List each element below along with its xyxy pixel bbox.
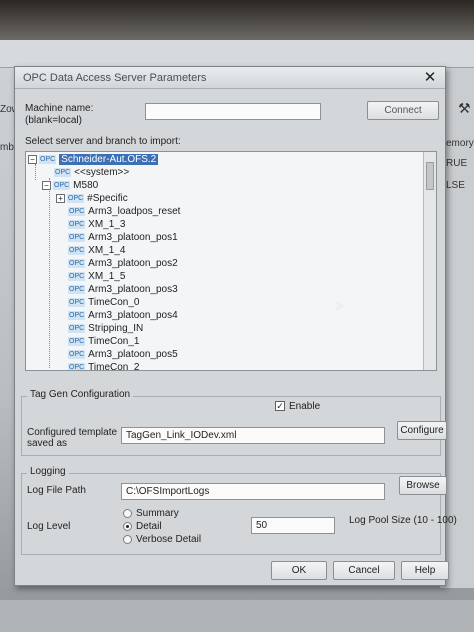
- opc-icon: OPC: [39, 154, 57, 164]
- select-server-label: Select server and branch to import:: [25, 136, 181, 147]
- opc-icon: OPC: [68, 310, 86, 320]
- cancel-button[interactable]: Cancel: [333, 561, 395, 580]
- opc-icon: OPC: [67, 193, 85, 203]
- taggen-group: [21, 396, 441, 456]
- background-text: RUE: [446, 158, 468, 169]
- wrench-icon[interactable]: ⚒: [458, 100, 471, 117]
- monitor-bezel: [0, 0, 474, 40]
- tree-node-item[interactable]: OPC Arm3_platoon_pos1: [68, 231, 178, 244]
- opc-icon: OPC: [68, 258, 86, 268]
- tree-node-label: <<system>>: [74, 167, 130, 178]
- tree-node-label: #Specific: [87, 193, 128, 204]
- tree-node-item[interactable]: + OPC #Specific: [56, 192, 128, 205]
- tree-node-label: Arm3_platoon_pos3: [88, 284, 178, 295]
- tree-node-m580[interactable]: − OPC M580: [42, 179, 98, 192]
- log-level-label: Log Level: [27, 521, 71, 532]
- dialog-titlebar: OPC Data Access Server Parameters ✕: [15, 67, 445, 89]
- collapse-icon[interactable]: −: [28, 154, 37, 164]
- radio-verbose[interactable]: [123, 535, 132, 544]
- opc-icon: OPC: [68, 297, 86, 307]
- tree-node-label: Schneider-Aut.OFS.2: [59, 154, 159, 165]
- log-path-label: Log File Path: [27, 485, 86, 496]
- tree-node-item[interactable]: OPC Stripping_IN: [68, 322, 143, 335]
- opc-icon: OPC: [54, 167, 72, 177]
- tree-node-label: TimeCon_0: [88, 297, 140, 308]
- opc-icon: OPC: [68, 323, 86, 333]
- configure-button[interactable]: Configure: [397, 421, 447, 440]
- radio-detail-label: Detail: [136, 521, 162, 532]
- radio-summary-label: Summary: [136, 508, 179, 519]
- connect-button[interactable]: Connect: [367, 101, 439, 120]
- enable-label: Enable: [289, 401, 321, 412]
- tree-node-label: XM_1_4: [88, 245, 126, 256]
- help-button[interactable]: Help: [401, 561, 449, 580]
- tree-node-label: Stripping_IN: [88, 323, 144, 334]
- template-label-2: saved as: [27, 438, 68, 449]
- ok-button[interactable]: OK: [271, 561, 327, 580]
- opc-parameters-dialog: OPC Data Access Server Parameters ✕ Mach…: [14, 66, 457, 586]
- opc-icon: OPC: [68, 349, 86, 359]
- tree-node-item[interactable]: OPC Arm3_loadpos_reset: [68, 205, 180, 218]
- taggen-group-title: Tag Gen Configuration: [27, 389, 134, 400]
- tree-node-label: XM_1_3: [88, 219, 126, 230]
- tree-node-label: M580: [73, 180, 99, 191]
- tree-node-label: Arm3_loadpos_reset: [88, 206, 181, 217]
- tree-node-item[interactable]: OPC TimeCon_0: [68, 296, 140, 309]
- radio-verbose-label: Verbose Detail: [136, 534, 202, 545]
- opc-icon: OPC: [68, 206, 86, 216]
- tree-node-label: Arm3_platoon_pos2: [88, 258, 178, 269]
- tree-node-item[interactable]: OPC TimeCon_1: [68, 335, 140, 348]
- radio-summary[interactable]: [123, 509, 132, 518]
- background-taskbar: [0, 600, 474, 632]
- tree-scrollbar[interactable]: [423, 152, 436, 370]
- dialog-title: OPC Data Access Server Parameters: [23, 72, 207, 84]
- tree-node-label: Arm3_platoon_pos4: [88, 310, 178, 321]
- tree-node-item[interactable]: OPC XM_1_4: [68, 244, 125, 257]
- tree-node-system[interactable]: OPC <<system>>: [54, 166, 129, 179]
- tree-node-label: TimeCon_2: [88, 362, 140, 371]
- tree-node-item[interactable]: OPC XM_1_3: [68, 218, 125, 231]
- scrollbar-thumb[interactable]: [426, 162, 434, 190]
- tree-node-item[interactable]: OPC Arm3_platoon_pos3: [68, 283, 178, 296]
- log-path-input[interactable]: C:\OFSImportLogs: [121, 483, 385, 500]
- enable-checkbox[interactable]: ✓: [275, 401, 285, 411]
- tree-node-root[interactable]: − OPC Schneider-Aut.OFS.2: [28, 153, 159, 166]
- background-text: emory: [446, 138, 474, 149]
- tree-node-label: XM_1_5: [88, 271, 126, 282]
- template-label: Configured template: [27, 427, 118, 438]
- opc-icon: OPC: [68, 232, 86, 242]
- mouse-pointer-icon: ➤: [333, 298, 347, 315]
- opc-icon: OPC: [68, 362, 86, 371]
- background-toolbar: [0, 40, 474, 68]
- logging-group-title: Logging: [27, 466, 69, 477]
- tree-node-label: Arm3_platoon_pos1: [88, 232, 178, 243]
- opc-icon: OPC: [68, 245, 86, 255]
- tree-node-item[interactable]: OPC Arm3_platoon_pos4: [68, 309, 178, 322]
- radio-detail[interactable]: [123, 522, 132, 531]
- tree-node-label: TimeCon_1: [88, 336, 140, 347]
- machine-name-input[interactable]: [145, 103, 321, 120]
- log-pool-size-label: Log Pool Size (10 - 100): [349, 515, 457, 526]
- tree-node-item[interactable]: OPC Arm3_platoon_pos2: [68, 257, 178, 270]
- machine-name-hint: (blank=local): [25, 115, 82, 126]
- collapse-icon[interactable]: −: [42, 180, 51, 190]
- log-pool-size-input[interactable]: 50: [251, 517, 335, 534]
- close-icon[interactable]: ✕: [421, 69, 439, 87]
- opc-icon: OPC: [68, 271, 86, 281]
- tree-node-item[interactable]: OPC TimeCon_2: [68, 361, 140, 371]
- tree-node-label: Arm3_platoon_pos5: [88, 349, 178, 360]
- tree-node-item[interactable]: OPC XM_1_5: [68, 270, 125, 283]
- template-input[interactable]: TagGen_Link_IODev.xml: [121, 427, 385, 444]
- opc-icon: OPC: [53, 180, 71, 190]
- opc-icon: OPC: [68, 336, 86, 346]
- background-text: LSE: [446, 180, 465, 191]
- machine-name-label: Machine name:: [25, 103, 94, 114]
- opc-icon: OPC: [68, 284, 86, 294]
- browse-button[interactable]: Browse: [399, 476, 447, 495]
- tree-node-item[interactable]: OPC Arm3_platoon_pos5: [68, 348, 178, 361]
- opc-icon: OPC: [68, 219, 86, 229]
- expand-icon[interactable]: +: [56, 193, 65, 203]
- server-tree[interactable]: − OPC Schneider-Aut.OFS.2 OPC <<system>> − O…: [25, 151, 437, 371]
